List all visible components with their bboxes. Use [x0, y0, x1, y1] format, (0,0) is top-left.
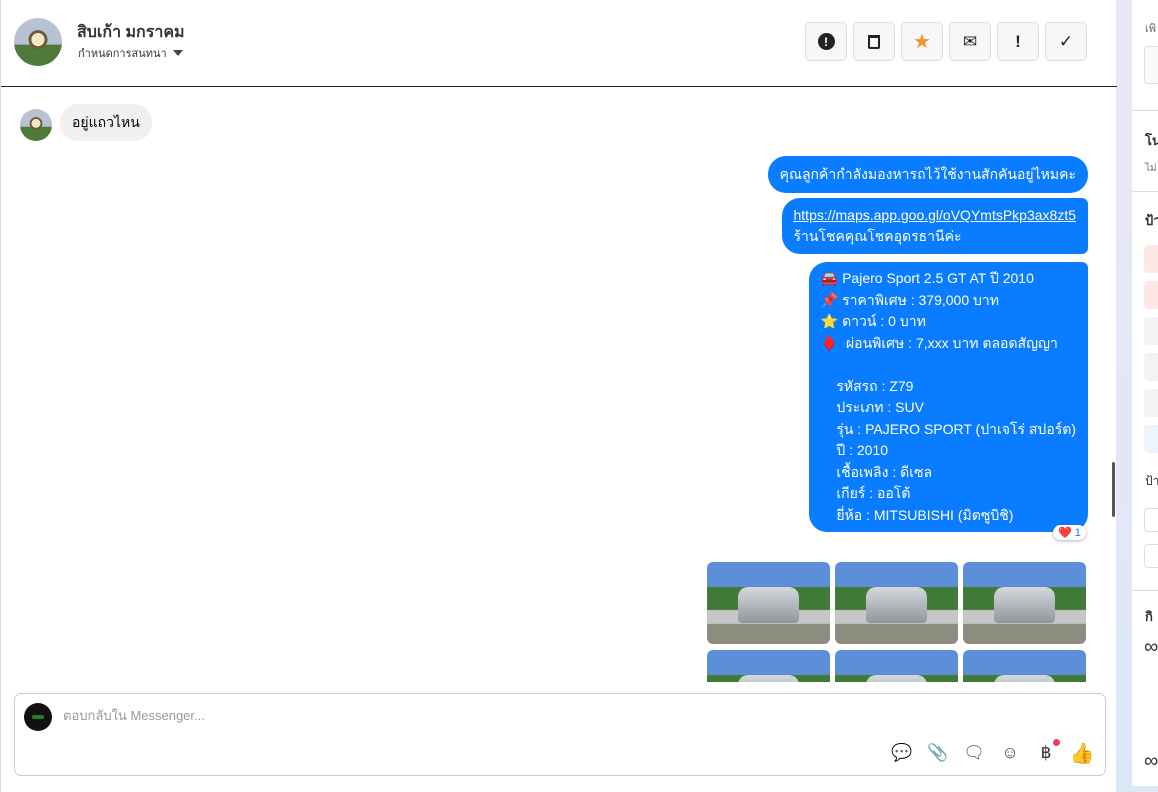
listing-line: ประเภท : SUV: [820, 399, 924, 415]
heart-icon: ❤️: [1058, 527, 1072, 539]
activity-heading: กิ: [1145, 609, 1153, 624]
reaction-badge[interactable]: ❤️ 1: [1053, 525, 1086, 540]
message-thread[interactable]: อยู่แถวไหน คุณลูกค้ากำลังมองหารถไว้ใช้งา…: [1, 88, 1113, 682]
notes-empty-text: ไม่: [1145, 163, 1157, 174]
listing-line: [821, 354, 1076, 376]
outgoing-message[interactable]: https://maps.app.goo.gl/oVQYmtsPkp3ax8zt…: [781, 198, 1088, 254]
labels-heading: ป้า: [1145, 213, 1158, 228]
panel-label: เพิ: [1145, 23, 1157, 35]
conversation-panel: สิบเก้า มกราคม กำหนดการสนทนา ! ★ ✉ ! ✓ อ…: [0, 0, 1117, 792]
message-text: ร้านโชคคุณโชคอุดรธานีค่ะ: [793, 228, 962, 244]
saved-replies-button[interactable]: 💬: [891, 742, 913, 764]
contact-avatar[interactable]: [14, 18, 62, 66]
map-link[interactable]: https://maps.app.goo.gl/oVQYmtsPkp3ax8zt…: [794, 207, 1077, 223]
car-photo[interactable]: [963, 562, 1086, 644]
label-chip[interactable]: [1144, 425, 1158, 453]
delete-button[interactable]: [853, 22, 895, 61]
car-photo[interactable]: [707, 650, 830, 682]
exclamation-icon: !: [1015, 31, 1021, 51]
attach-button[interactable]: 📎: [927, 742, 949, 764]
notification-dot: [1053, 739, 1060, 746]
contact-details-panel: เพิ โน ไม่ ป้า ป้า กิ ∞ ∞: [1132, 0, 1158, 786]
outgoing-message[interactable]: คุณลูกค้ากำลังมองหารถไว้ใช้งานสักคันอยู่…: [767, 156, 1088, 193]
incoming-message[interactable]: อยู่แถวไหน: [60, 104, 152, 141]
reaction-count: 1: [1074, 526, 1081, 539]
car-photo[interactable]: [835, 562, 958, 644]
listing-line: ⭐ ดาวน์ : 0 บาท: [820, 313, 926, 329]
car-photo[interactable]: [707, 562, 830, 644]
panel-input[interactable]: [1144, 46, 1158, 84]
emoji-icon: ☺: [1001, 743, 1019, 762]
meta-icon: ∞: [1144, 750, 1158, 772]
listing-line: เกียร์ : ออโต้: [820, 485, 911, 501]
thumbs-up-icon: 👍: [1069, 742, 1095, 765]
chat-bubble-icon: 🗨: [963, 743, 985, 762]
listing-line: รหัสรถ : Z79: [820, 377, 914, 394]
notes-heading: โน: [1145, 133, 1158, 148]
mark-unread-button[interactable]: ✉: [949, 22, 991, 61]
label-chip[interactable]: [1144, 317, 1158, 345]
listing-line: ปี : 2010: [820, 442, 889, 458]
listing-line: ยี่ห้อ : MITSUBISHI (มิตซูบิชิ): [820, 506, 1014, 523]
conversation-settings-label: กำหนดการสนทนา: [78, 48, 167, 60]
listing-line: 📌 ราคาพิเศษ : 379,000 บาท: [820, 291, 999, 308]
saved-reply-icon: 💬: [891, 743, 913, 762]
message-composer: 💬 📎 🗨 ☺ ฿ 👍: [14, 693, 1106, 776]
attachment-icon: 📎: [927, 743, 949, 762]
meta-icon: ∞: [1144, 636, 1158, 658]
follow-up-button[interactable]: !: [997, 22, 1039, 61]
reply-input[interactable]: [63, 708, 863, 723]
mark-done-button[interactable]: ✓: [1045, 22, 1087, 61]
contact-name[interactable]: สิบเก้า มกราคม: [77, 20, 185, 45]
sender-avatar: [20, 109, 52, 141]
panel-input[interactable]: [1144, 544, 1158, 568]
check-icon: ✓: [1058, 31, 1074, 51]
envelope-icon: ✉: [962, 31, 978, 51]
car-photo[interactable]: [963, 650, 1086, 682]
baht-icon: ฿: [1040, 743, 1052, 762]
alert-circle-icon: !: [817, 33, 835, 50]
label-chip[interactable]: [1144, 353, 1158, 381]
label-chip[interactable]: [1144, 245, 1158, 273]
listing-line: ♦️ ผ่อนพิเศษ : 7,xxx บาท ตลอดสัญญา: [820, 334, 1058, 351]
star-button[interactable]: ★: [901, 22, 943, 61]
label-chip[interactable]: [1144, 389, 1158, 417]
car-photo[interactable]: [835, 650, 958, 682]
label-chip[interactable]: [1144, 281, 1158, 309]
payment-button[interactable]: ฿: [1035, 739, 1060, 764]
like-button[interactable]: 👍: [1069, 742, 1095, 765]
conversation-header: สิบเก้า มกราคม กำหนดการสนทนา ! ★ ✉ ! ✓: [1, 0, 1117, 87]
outgoing-car-listing-message[interactable]: 🚘 Pajero Sport 2.5 GT AT ปี 2010 📌 ราคาพ…: [808, 262, 1088, 532]
panel-label: ป้า: [1145, 474, 1158, 488]
listing-line: เชื้อเพลิง : ดีเซล: [820, 463, 933, 480]
emoji-button[interactable]: ☺: [999, 742, 1021, 764]
panel-input[interactable]: [1144, 508, 1158, 532]
page-avatar: [24, 703, 52, 731]
listing-line: รุ่น : PAJERO SPORT (ปาเจโร่ สปอร์ต): [820, 420, 1076, 437]
trash-icon: [868, 34, 880, 49]
mark-spam-button[interactable]: !: [805, 22, 847, 61]
conversation-settings-dropdown[interactable]: กำหนดการสนทนา: [78, 44, 183, 62]
caret-down-icon: [172, 50, 183, 56]
star-icon: ★: [913, 31, 931, 53]
listing-line: 🚘 Pajero Sport 2.5 GT AT ปี 2010: [820, 270, 1034, 286]
thread-scrollbar[interactable]: [1112, 462, 1115, 517]
chat-options-button[interactable]: 🗨: [963, 742, 985, 764]
